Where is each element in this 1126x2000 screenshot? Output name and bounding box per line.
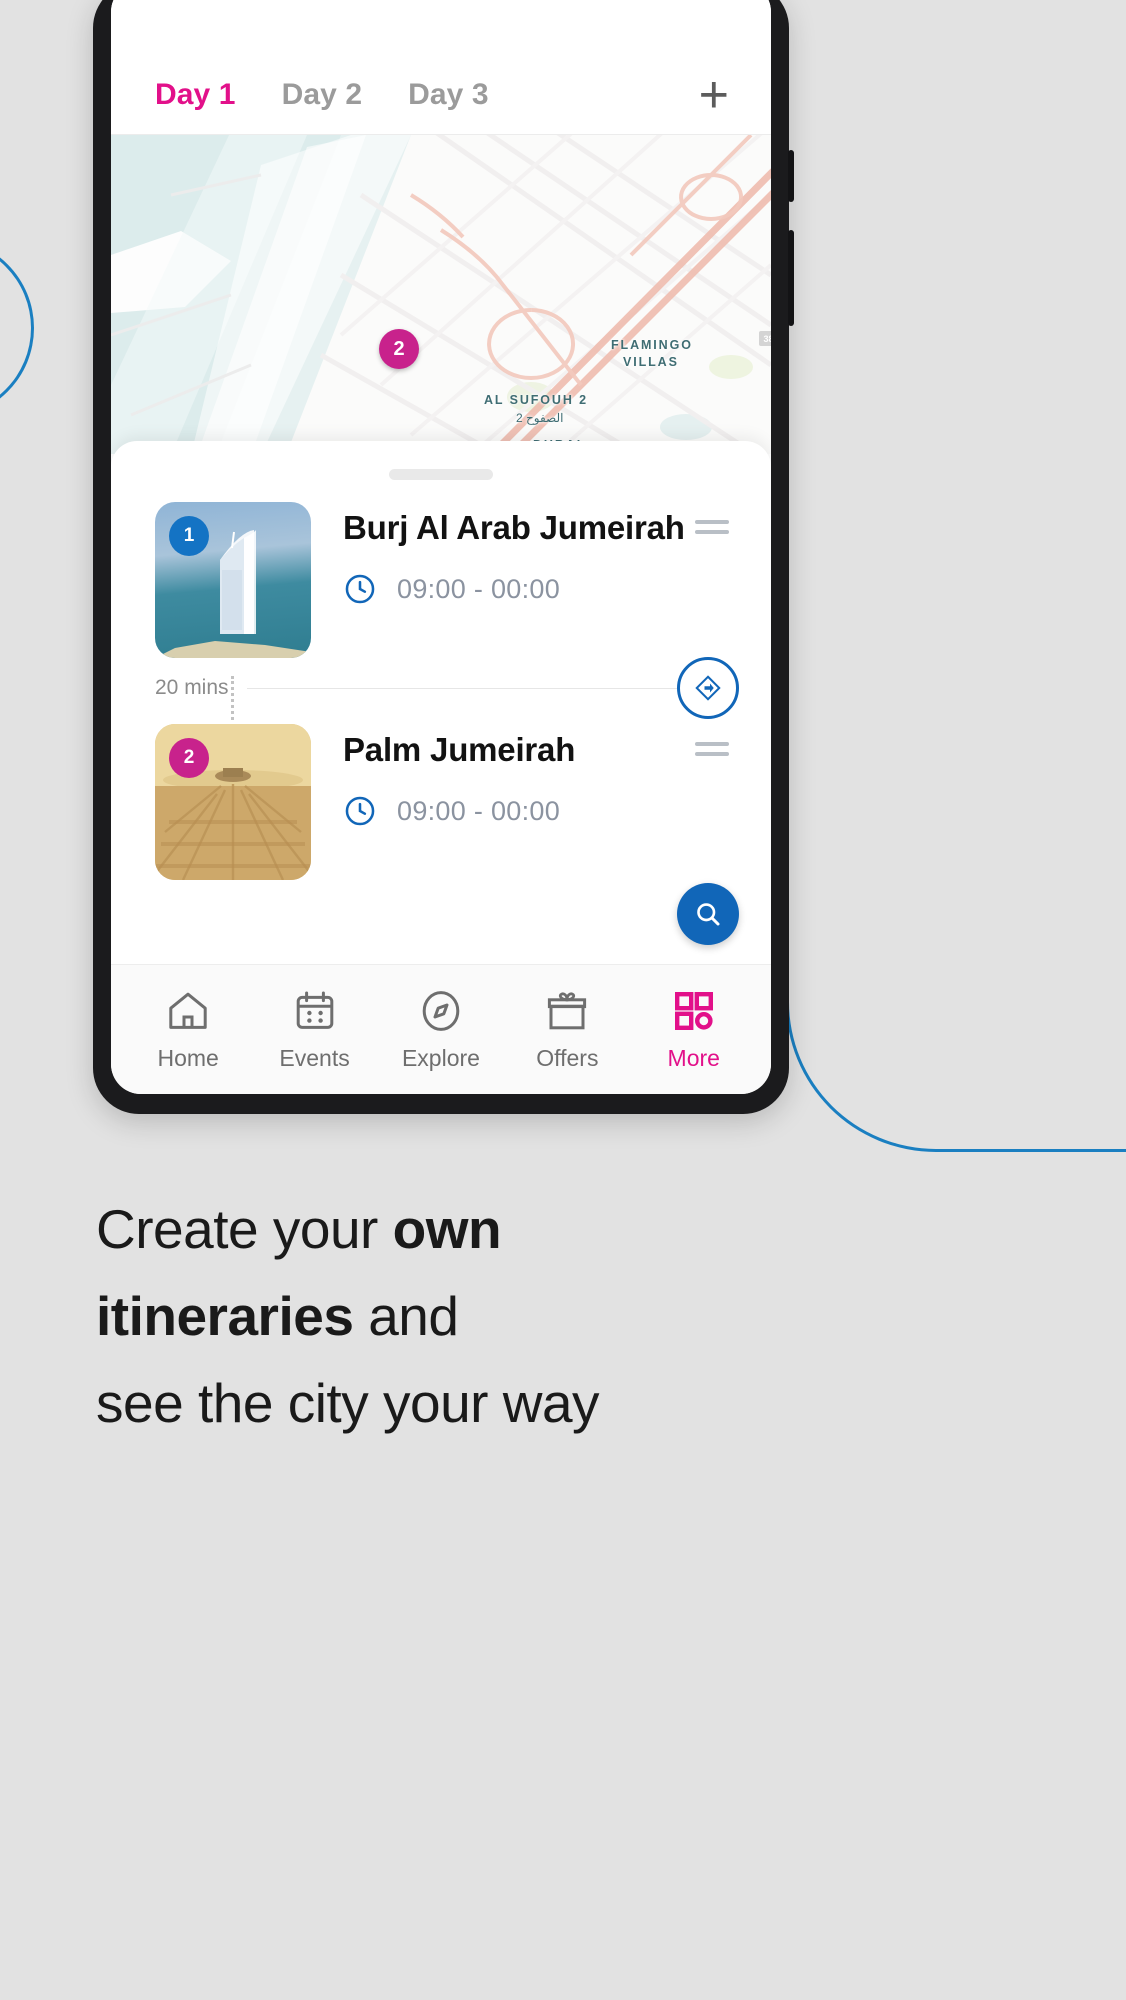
place-hours: 09:00 - 00:00 xyxy=(397,573,561,604)
map-label: VILLAS xyxy=(623,355,679,369)
caption-line-3: see the city your way xyxy=(96,1372,600,1434)
compass-icon xyxy=(422,991,460,1031)
directions-arrow-icon xyxy=(695,675,721,701)
road-shield: 38 xyxy=(759,331,771,346)
directions-button[interactable] xyxy=(677,657,739,719)
home-icon xyxy=(169,992,207,1029)
add-day-button[interactable]: + xyxy=(699,69,735,121)
phone-frame: Day 1 Day 2 Day 3 + FLAMINGO VILLAS AL S… xyxy=(93,0,794,1114)
list-item[interactable]: 1 Burj Al Arab Jumeirah 09:00 - 00:00 xyxy=(111,502,771,658)
place-number-badge: 2 xyxy=(169,738,209,778)
sheet-drag-grabber[interactable] xyxy=(389,469,493,480)
phone-side-button-bottom xyxy=(788,230,794,326)
decorative-arc-right xyxy=(786,700,1126,1152)
shoreline xyxy=(155,641,311,658)
place-info: Palm Jumeirah 09:00 - 00:00 xyxy=(311,724,729,828)
place-thumbnail[interactable]: 1 xyxy=(155,502,311,658)
caption-line-1-a: Create your xyxy=(96,1198,393,1260)
divider xyxy=(247,687,729,689)
clock-icon xyxy=(345,574,375,604)
phone-screen: Day 1 Day 2 Day 3 + FLAMINGO VILLAS AL S… xyxy=(111,0,771,1094)
tab-day-1[interactable]: Day 1 xyxy=(155,78,236,112)
grid-icon xyxy=(674,991,713,1030)
nav-label: More xyxy=(667,1045,720,1071)
decorative-arc-left xyxy=(0,238,34,418)
nav-item-offers[interactable]: Offers xyxy=(507,987,627,1072)
nav-item-more[interactable]: More xyxy=(634,987,754,1072)
phone-side-button-top xyxy=(788,150,794,202)
gift-icon xyxy=(548,992,587,1030)
travel-time-row: 20 mins xyxy=(111,676,771,700)
caption-line-1: Create your own xyxy=(96,1186,996,1273)
nav-item-home[interactable]: Home xyxy=(128,987,248,1072)
calendar-icon xyxy=(296,991,333,1029)
day-tabs: Day 1 Day 2 Day 3 + xyxy=(111,0,771,134)
place-hours: 09:00 - 00:00 xyxy=(397,795,561,826)
drag-handle-icon[interactable] xyxy=(695,742,729,760)
place-hours-row: 09:00 - 00:00 xyxy=(343,794,729,828)
nav-item-explore[interactable]: Explore xyxy=(381,987,501,1072)
map-pin-2[interactable]: 2 xyxy=(379,329,419,369)
place-info: Burj Al Arab Jumeirah 09:00 - 00:00 xyxy=(311,502,729,606)
tab-day-3[interactable]: Day 3 xyxy=(408,78,489,112)
nav-label: Home xyxy=(157,1045,219,1071)
search-icon xyxy=(697,903,720,926)
nav-item-events[interactable]: Events xyxy=(255,987,375,1072)
tab-day-2[interactable]: Day 2 xyxy=(282,78,363,112)
clock-icon xyxy=(345,796,375,826)
map-label-arabic: الصفوح 2 xyxy=(516,411,564,425)
route-connector xyxy=(231,676,234,720)
nav-label: Events xyxy=(279,1045,350,1071)
caption-line-2-b: and xyxy=(353,1285,459,1347)
map-canvas xyxy=(111,135,771,454)
nav-label: Explore xyxy=(401,1045,480,1071)
list-item[interactable]: 2 Palm Jumeirah 09:00 - 00:00 xyxy=(111,724,771,880)
place-name: Burj Al Arab Jumeirah xyxy=(343,509,685,546)
place-thumbnail[interactable]: 2 xyxy=(155,724,311,880)
map-view[interactable]: FLAMINGO VILLAS AL SUFOUH 2 الصفوح 2 DUB… xyxy=(111,134,771,454)
marketing-caption: Create your own itineraries and see the … xyxy=(96,1186,996,1447)
itinerary-sheet: 1 Burj Al Arab Jumeirah 09:00 - 00:00 20… xyxy=(111,441,771,964)
bottom-navigation: Home Events Explore Offers More xyxy=(111,964,771,1094)
place-number-badge: 1 xyxy=(169,516,209,556)
caption-line-2: itineraries and xyxy=(96,1273,996,1360)
search-button[interactable] xyxy=(677,883,739,945)
caption-line-2-a: itineraries xyxy=(96,1285,354,1347)
drag-handle-icon[interactable] xyxy=(695,520,729,538)
map-label: FLAMINGO xyxy=(611,338,693,352)
itinerary-list: 1 Burj Al Arab Jumeirah 09:00 - 00:00 20… xyxy=(111,480,771,880)
place-hours-row: 09:00 - 00:00 xyxy=(343,572,729,606)
caption-line-1-b: own xyxy=(392,1198,502,1260)
map-label: AL SUFOUH 2 xyxy=(484,393,589,407)
burj-al-arab-illustration xyxy=(220,530,257,635)
place-name: Palm Jumeirah xyxy=(343,731,576,768)
nav-label: Offers xyxy=(536,1045,599,1071)
